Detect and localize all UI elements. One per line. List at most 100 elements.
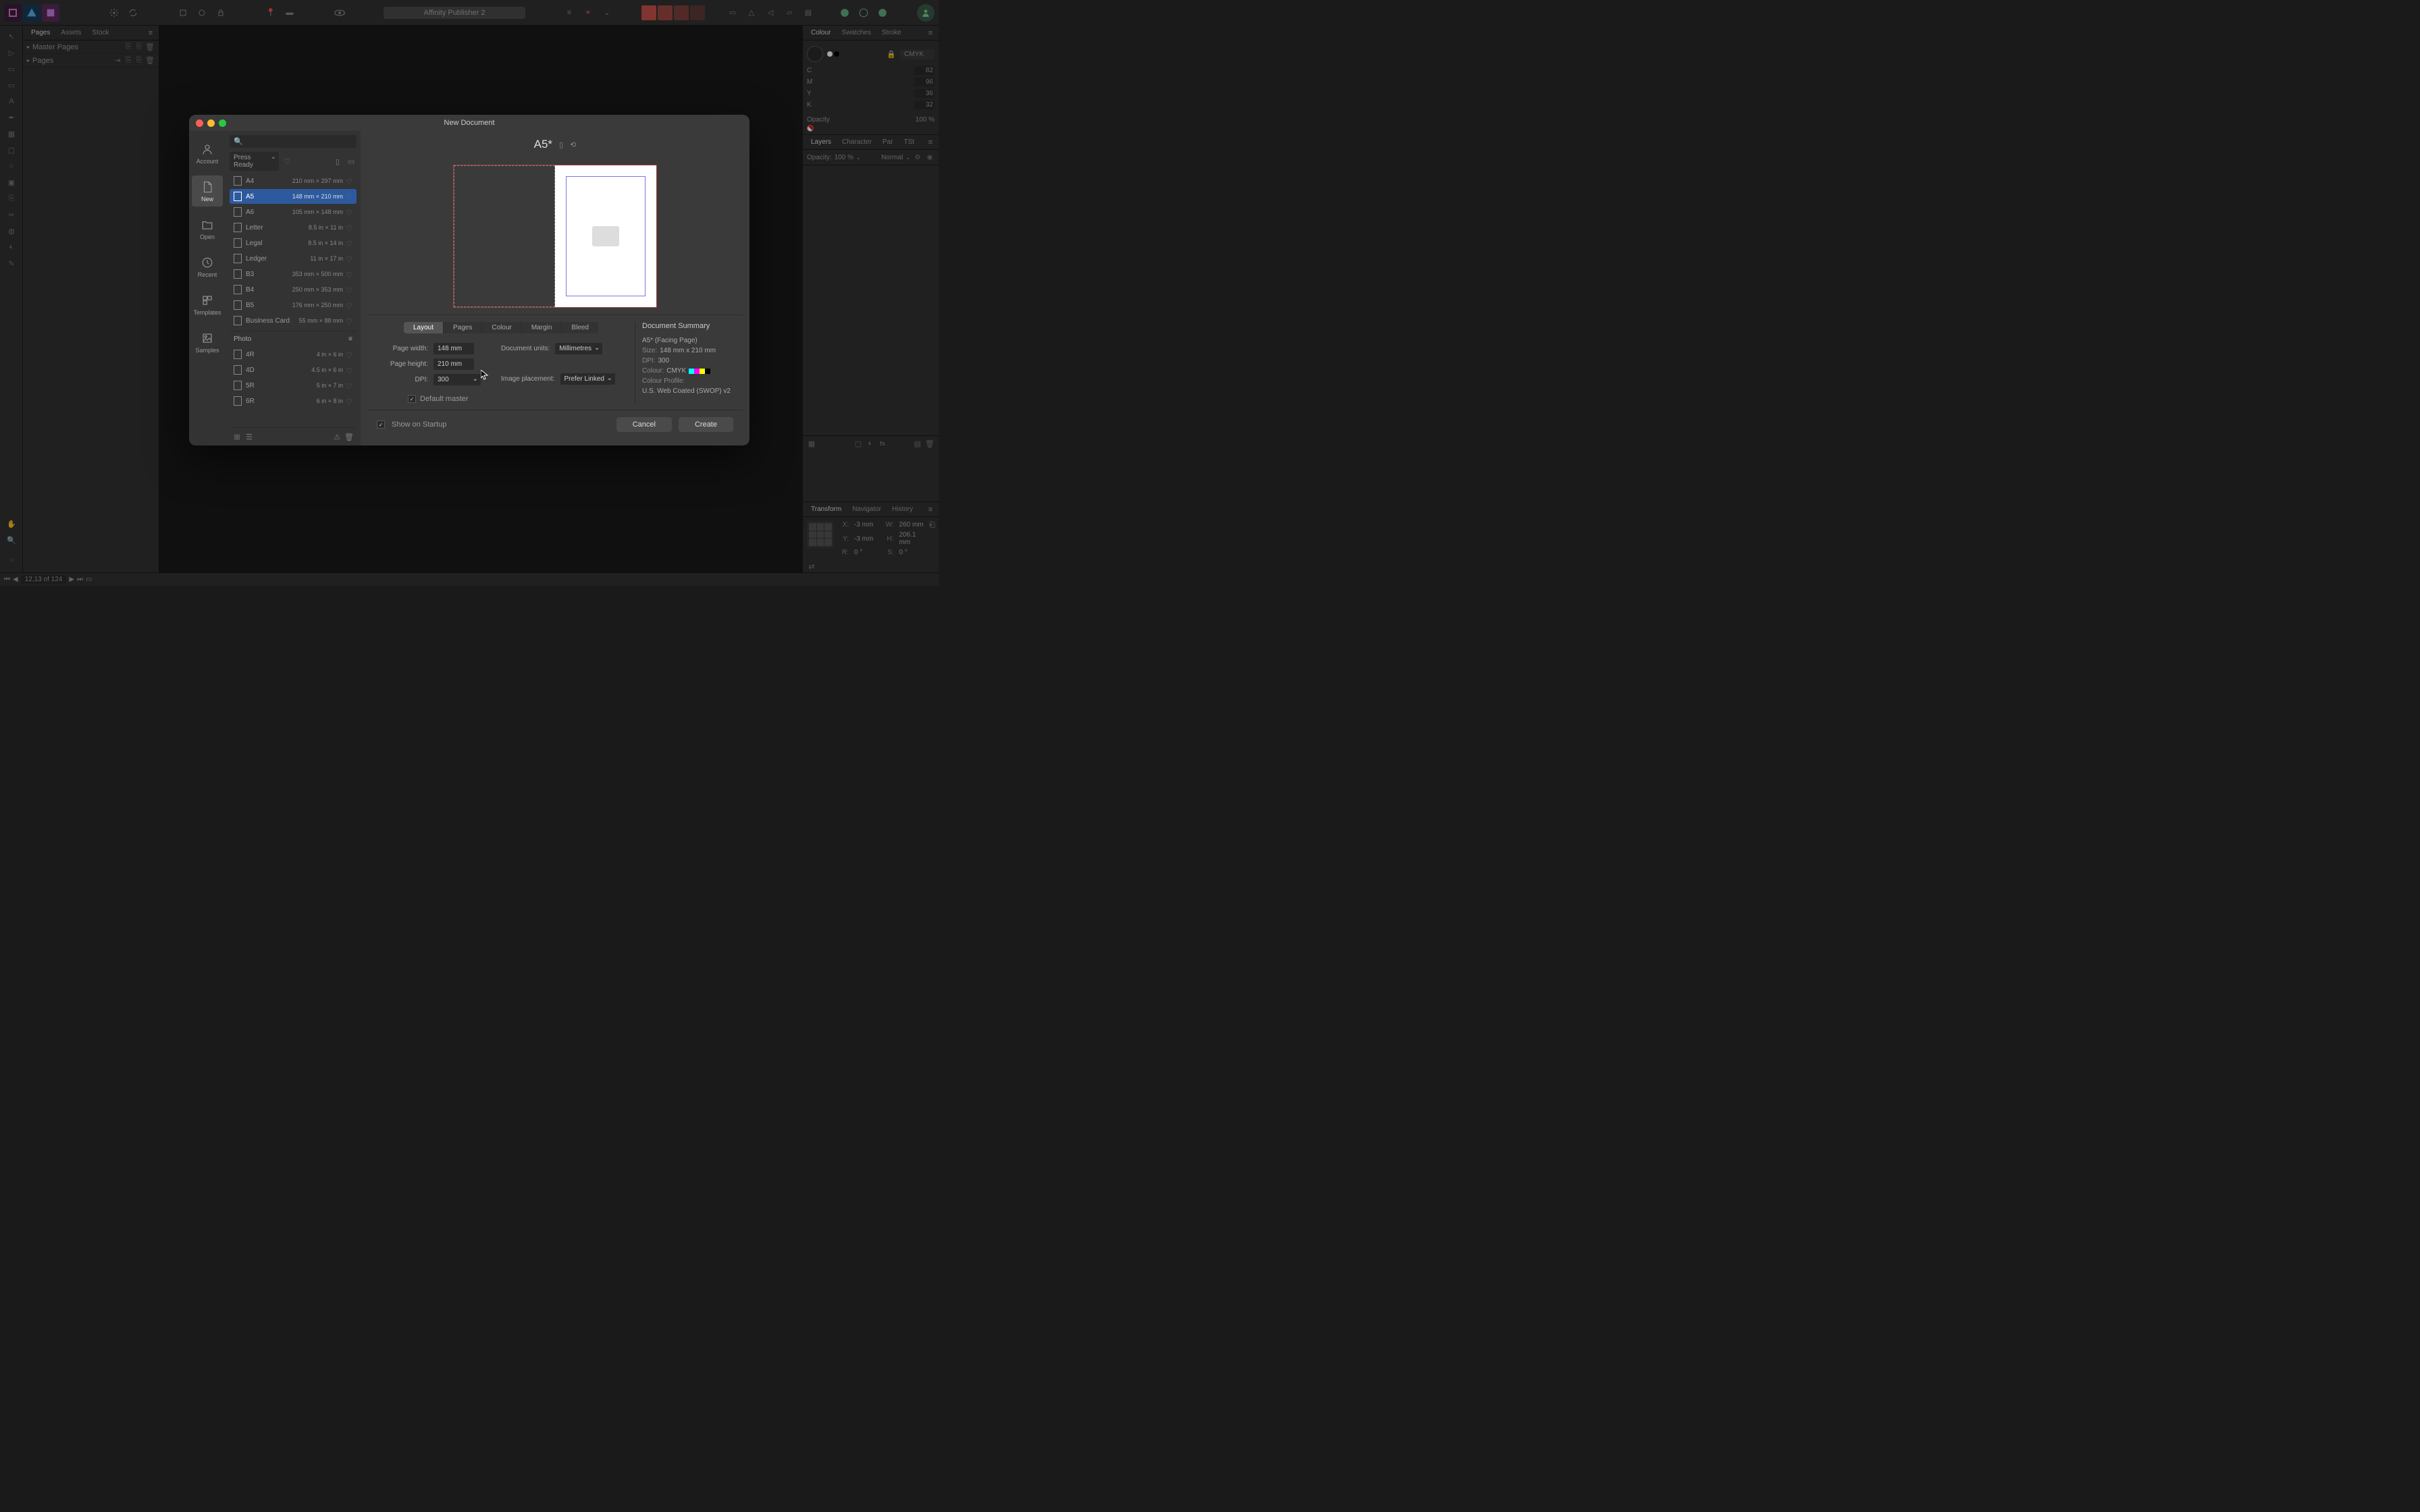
document-summary: Document Summary A5* (Facing Page) Size:… [635, 322, 743, 403]
search-box[interactable]: 🔍 [230, 135, 357, 148]
favorite-icon[interactable]: ♡ [346, 209, 352, 215]
tab-margin[interactable]: Margin [522, 322, 562, 333]
preset-column: 🔍 Press Ready ♡ ▯ ▭ A4 210 mm × 297 mm ♡… [226, 131, 361, 446]
summary-name: A5* (Facing Page) [642, 337, 698, 344]
category-select[interactable]: Press Ready [230, 152, 279, 171]
preset-warn-icon[interactable]: ⚠ [332, 432, 342, 441]
account-icon [200, 142, 215, 157]
preset-list[interactable]: A4 210 mm × 297 mm ♡ A5 148 mm × 210 mm … [230, 173, 357, 427]
landscape-icon[interactable]: ▭ [346, 156, 357, 167]
preset-name: A5 [246, 193, 292, 200]
tab-bleed[interactable]: Bleed [562, 322, 598, 333]
page-icon [234, 238, 242, 248]
preset-item-letter[interactable]: Letter 8.5 in × 11 in ♡ [230, 220, 357, 235]
preset-menu-icon[interactable]: ☰ [244, 432, 254, 441]
preset-name: B4 [246, 286, 292, 294]
menu-icon[interactable]: ≡ [348, 335, 352, 343]
preset-name: 5R [246, 382, 317, 389]
summary-size-label: Size: [642, 347, 657, 354]
page-icon [234, 365, 242, 375]
page-icon [234, 381, 242, 390]
favorite-icon[interactable]: ♡ [346, 382, 352, 389]
preset-dims: 11 in × 17 in [310, 255, 343, 262]
page-icon [234, 285, 242, 294]
preset-item-5r[interactable]: 5R 5 in × 7 in ♡ [230, 378, 357, 393]
favorite-icon[interactable]: ♡ [346, 193, 352, 200]
favorite-icon[interactable]: ♡ [346, 398, 352, 404]
favorite-icon[interactable]: ♡ [346, 286, 352, 293]
favorite-icon[interactable]: ♡ [346, 302, 352, 308]
preset-name: B3 [246, 271, 292, 278]
portrait-icon[interactable]: ▯ [332, 156, 343, 167]
summary-colour-label: Colour: [642, 367, 664, 375]
favorite-icon[interactable]: ♡ [346, 317, 352, 324]
add-preset-icon[interactable]: ⊞ [232, 432, 242, 441]
minimize-window-icon[interactable] [207, 119, 215, 127]
sidebar-item-new[interactable]: New [192, 176, 223, 207]
cancel-button[interactable]: Cancel [616, 417, 672, 432]
show-on-startup-checkbox[interactable]: ✓ [377, 421, 385, 429]
page-icon [234, 223, 242, 232]
preset-item-a5[interactable]: A5 148 mm × 210 mm ♡ [230, 189, 357, 204]
new-document-modal: New Document Account New Open Recent [189, 115, 749, 446]
sidebar-item-samples[interactable]: Samples [192, 327, 223, 358]
dpi-select[interactable]: 300 [433, 374, 481, 385]
section-label: Photo [234, 335, 251, 343]
preset-item-b5[interactable]: B5 176 mm × 250 mm ♡ [230, 298, 357, 313]
favorite-icon[interactable]: ♡ [346, 351, 352, 358]
sidebar-item-templates[interactable]: Templates [192, 289, 223, 320]
tab-pages-settings[interactable]: Pages [444, 322, 482, 333]
orientation-portrait-icon[interactable]: ▯ [559, 140, 563, 149]
preset-item-4r[interactable]: 4R 4 in × 6 in ♡ [230, 347, 357, 362]
favorite-icon[interactable]: ♡ [346, 255, 352, 262]
favorite-icon[interactable]: ♡ [346, 367, 352, 373]
orientation-swap-icon[interactable]: ⟲ [570, 140, 576, 149]
preset-item-6r[interactable]: 6R 6 in × 8 in ♡ [230, 394, 357, 408]
preset-dims: 176 mm × 250 mm [292, 302, 343, 308]
favorite-icon[interactable]: ♡ [346, 178, 352, 184]
summary-profile-label: Colour Profile: [642, 377, 685, 385]
default-master-checkbox[interactable]: ✓ [408, 395, 416, 403]
preset-item-a4[interactable]: A4 210 mm × 297 mm ♡ [230, 173, 357, 188]
preset-dims: 250 mm × 353 mm [292, 286, 343, 293]
favorite-icon[interactable]: ♡ [346, 224, 352, 231]
modal-title: New Document [194, 119, 744, 127]
page-width-input[interactable] [433, 343, 474, 354]
favorite-icon[interactable]: ♡ [346, 271, 352, 277]
maximize-window-icon[interactable] [219, 119, 226, 127]
close-window-icon[interactable] [196, 119, 203, 127]
preset-item-4d[interactable]: 4D 4.5 in × 6 in ♡ [230, 362, 357, 377]
sidebar-item-open[interactable]: Open [192, 213, 223, 244]
page-icon [234, 254, 242, 263]
preset-item-ledger[interactable]: Ledger 11 in × 17 in ♡ [230, 251, 357, 266]
preset-item-b4[interactable]: B4 250 mm × 353 mm ♡ [230, 282, 357, 297]
preset-dims: 55 mm × 88 mm [299, 317, 343, 324]
modal-sidebar: Account New Open Recent Templates [189, 131, 226, 446]
summary-profile-value: U.S. Web Coated (SWOP) v2 [642, 387, 731, 395]
new-doc-icon [200, 180, 215, 194]
image-placement-select[interactable]: Prefer Linked [560, 373, 615, 385]
preset-section-photo[interactable]: Photo ≡ [230, 331, 357, 347]
favorite-icon[interactable]: ♡ [282, 156, 292, 167]
create-button[interactable]: Create [679, 417, 733, 432]
preset-item-legal[interactable]: Legal 8.5 in × 14 in ♡ [230, 236, 357, 250]
preset-item-business-card[interactable]: Business Card 55 mm × 88 mm ♡ [230, 313, 357, 328]
tab-colour-settings[interactable]: Colour [482, 322, 521, 333]
doc-units-select[interactable]: Millimetres [555, 343, 602, 354]
sidebar-item-recent[interactable]: Recent [192, 251, 223, 282]
preset-name: Business Card [246, 317, 299, 325]
favorite-icon[interactable]: ♡ [346, 240, 352, 246]
preset-dims: 105 mm × 148 mm [292, 209, 343, 215]
preset-name: Letter [246, 224, 309, 232]
delete-preset-icon[interactable]: 🗑 [344, 432, 354, 441]
tab-layout[interactable]: Layout [404, 322, 444, 333]
search-input[interactable] [246, 138, 352, 145]
page-icon [234, 269, 242, 279]
preset-item-b3[interactable]: B3 353 mm × 500 mm ♡ [230, 267, 357, 281]
page-width-label: Page width: [367, 345, 428, 352]
page-height-input[interactable] [433, 358, 474, 370]
preset-dims: 4 in × 6 in [317, 351, 343, 358]
preset-item-a6[interactable]: A6 105 mm × 148 mm ♡ [230, 205, 357, 219]
preset-name: A4 [246, 178, 292, 185]
sidebar-item-account[interactable]: Account [192, 138, 223, 169]
